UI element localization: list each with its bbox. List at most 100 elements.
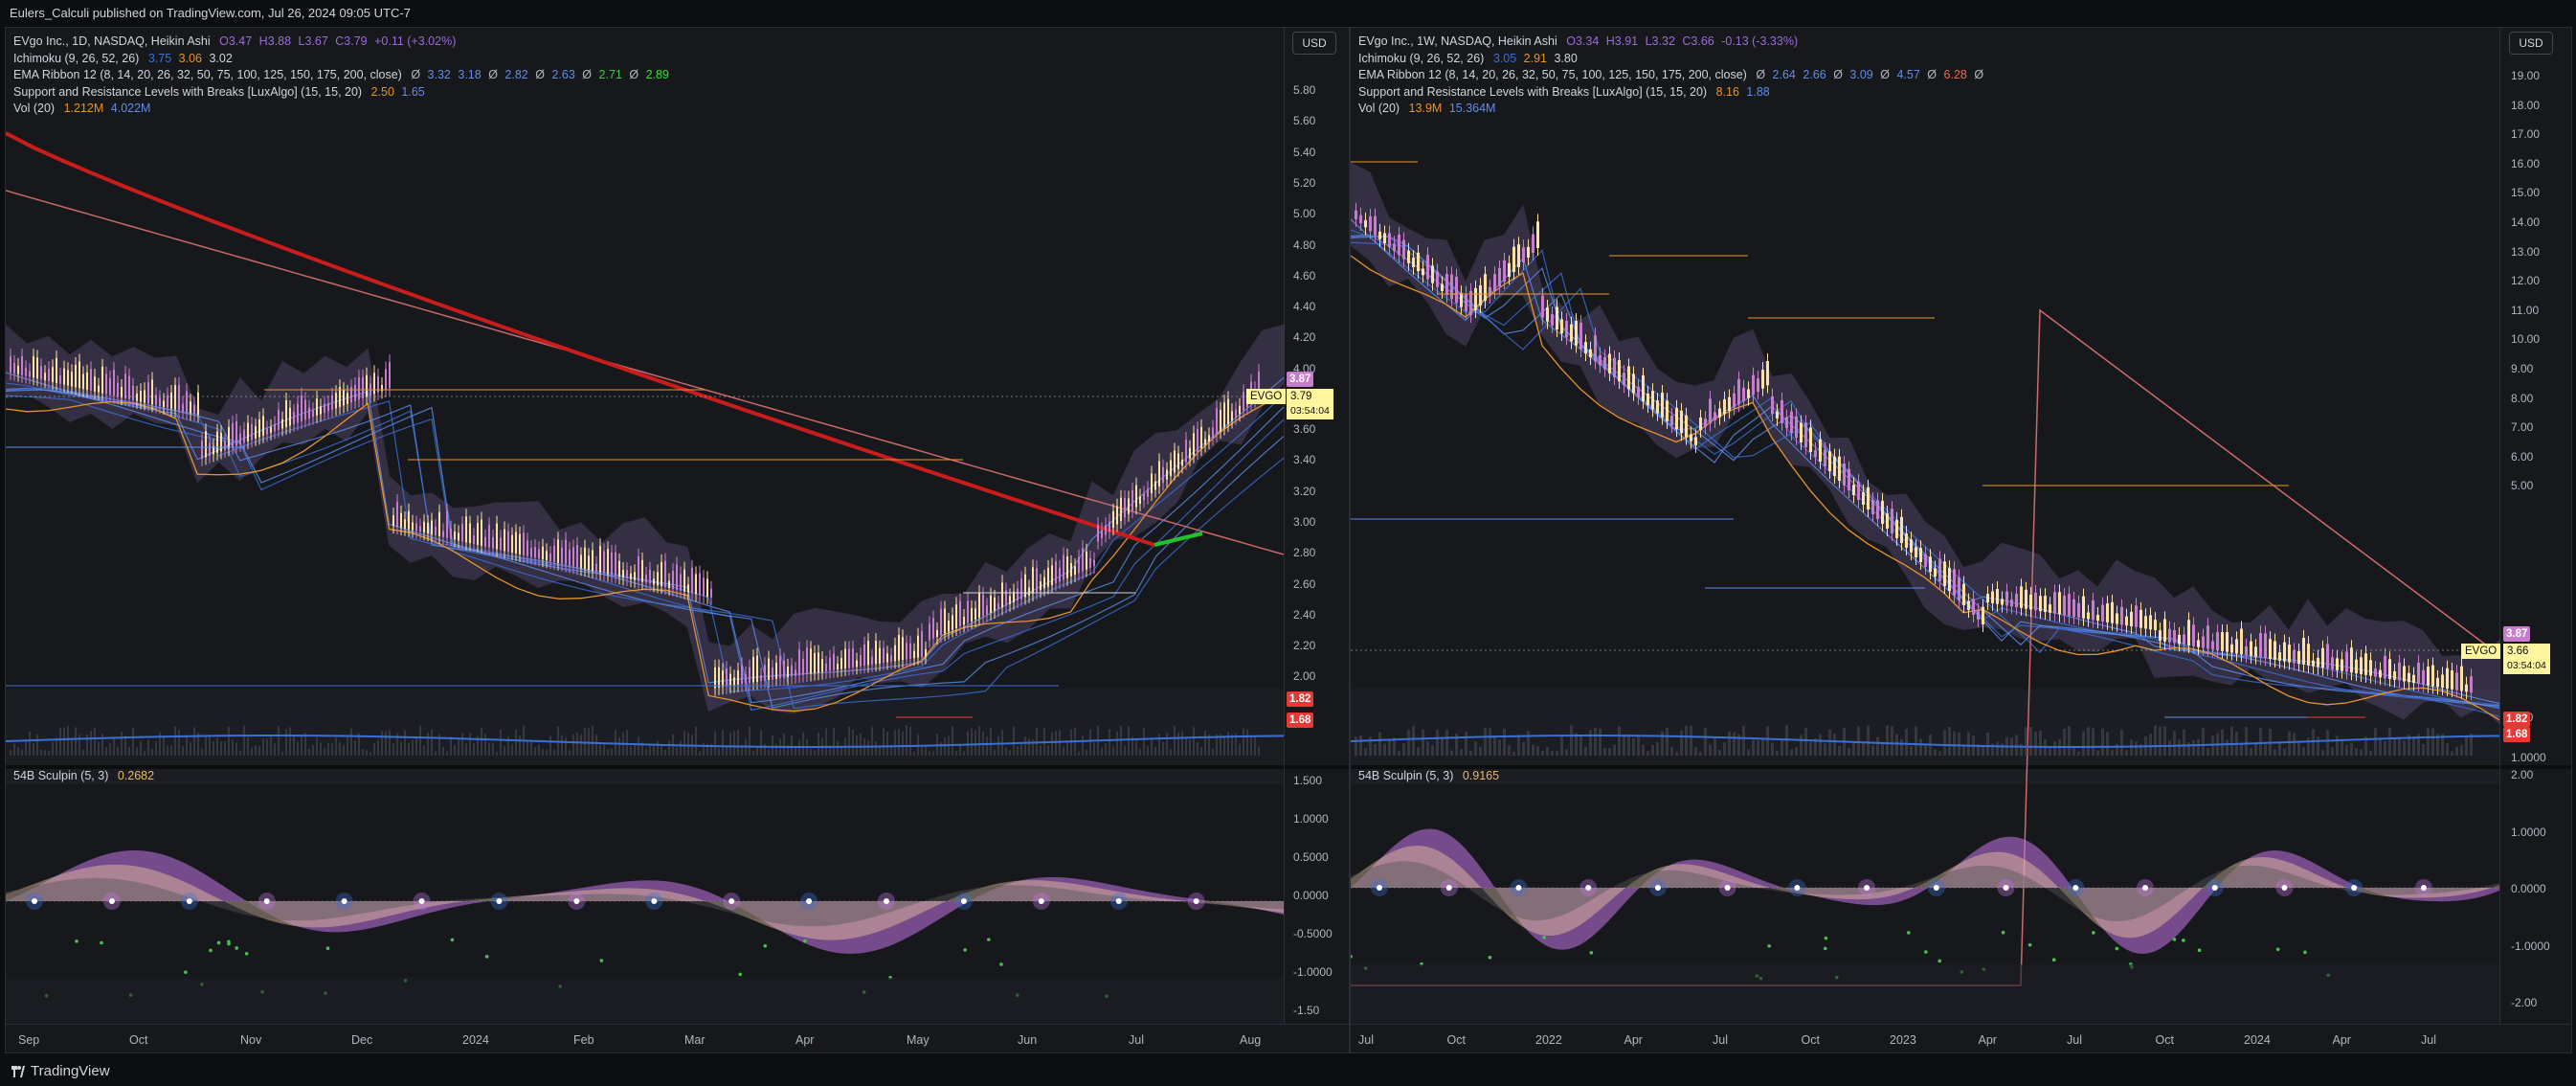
candle-body [595, 563, 597, 572]
candle-body [1074, 566, 1076, 576]
legend-ema-row[interactable]: EMA Ribbon 12 (8, 14, 20, 26, 32, 50, 75… [13, 67, 669, 84]
current-price: 3.79 [1290, 391, 1312, 402]
volume-bar [1378, 732, 1381, 756]
volume-bar [2096, 750, 2099, 756]
volume-bar [565, 737, 567, 756]
tradingview-logo-icon[interactable] [11, 1066, 25, 1077]
legend-vol-row[interactable]: Vol (20) 1.212M 4.022M [13, 101, 669, 118]
osc-legend[interactable]: 54B Sculpin (5, 3) 0.2682 [13, 769, 154, 782]
volume-bar [848, 726, 850, 756]
candle-body [997, 602, 999, 610]
volume-bar [404, 730, 406, 756]
candle-body [599, 546, 601, 573]
candle-body [1460, 293, 1463, 307]
ichimoku-label: Ichimoku (9, 26, 52, 26) [1358, 51, 1485, 65]
candle-body [1417, 252, 1420, 272]
candle-body [618, 560, 620, 577]
legend-ichimoku-row[interactable]: Ichimoku (9, 26, 52, 26) 3.75 3.06 3.02 [13, 51, 669, 68]
candle-body [25, 368, 27, 376]
volume-bar [1603, 748, 1606, 756]
volume-bar [2029, 726, 2032, 756]
legend-ichimoku-row[interactable]: Ichimoku (9, 26, 52, 26) 3.05 2.91 3.80 [1358, 51, 1983, 68]
candle-body [163, 400, 165, 408]
candle-body [1924, 554, 1927, 567]
volume-bar [10, 750, 11, 756]
volume-bar [389, 730, 391, 756]
volume-bar [335, 737, 337, 756]
symbol-title[interactable]: EVgo Inc., 1W, NASDAQ, Heikin Ashi [1358, 34, 1557, 48]
volume-bar [450, 736, 452, 756]
candle-body [1996, 589, 1999, 604]
candle-body [2049, 604, 2051, 613]
osc-buy-marker [244, 951, 249, 956]
volume-bar [760, 730, 762, 756]
candle-body [427, 522, 429, 534]
volume-bar [301, 735, 302, 756]
bar-timer: 03:54:04 [2507, 660, 2546, 671]
candle-body [316, 398, 318, 416]
candle-body [1204, 439, 1206, 445]
osc-buy-marker [2115, 946, 2119, 951]
volume-bar [1881, 742, 1884, 756]
volume-bar [2163, 726, 2166, 756]
candle-body [791, 665, 793, 677]
candle-body [538, 549, 540, 559]
candle-body [1967, 600, 1970, 610]
osc-buy-marker [450, 938, 455, 942]
candle-body [1776, 411, 1779, 419]
ohlc-change: -0.13 (-3.33%) [1721, 34, 1799, 48]
time-tick: 2022 [1535, 1033, 1562, 1047]
left-chart-pane[interactable]: EVgo Inc., 1D, NASDAQ, Heikin Ashi O3.47… [5, 27, 1350, 1053]
volume-bar [1915, 726, 1917, 756]
volume-bar [2451, 751, 2453, 756]
legend-sr-row[interactable]: Support and Resistance Levels with Break… [1358, 84, 1983, 102]
footer-brand[interactable]: TradingView [31, 1057, 110, 1086]
volume-bar [1579, 735, 1582, 756]
symbol-title[interactable]: EVgo Inc., 1D, NASDAQ, Heikin Ashi [13, 34, 211, 48]
empty-set-icon: Ø [1756, 68, 1766, 81]
candle-body [1962, 583, 1965, 605]
volume-bar [1089, 729, 1091, 756]
candle-body [67, 370, 69, 386]
legend-sr-row[interactable]: Support and Resistance Levels with Break… [13, 84, 669, 102]
candle-body [952, 615, 953, 630]
volume-bar [86, 734, 88, 756]
candle-body [461, 523, 463, 542]
price-tag-b: 1.82 [2503, 712, 2531, 727]
candle-body [2250, 641, 2252, 656]
candle-body [837, 664, 839, 670]
volume-bar [159, 732, 161, 756]
price-tick: 5.80 [1293, 83, 1316, 97]
osc-cross-dot [806, 898, 813, 904]
candle-body [607, 549, 609, 575]
legend-vol-row[interactable]: Vol (20) 13.9M 15.364M [1358, 101, 1983, 118]
candle-body [695, 574, 697, 595]
candle-body [1656, 400, 1659, 414]
candle-body [1017, 588, 1019, 601]
volume-bar [1938, 751, 1941, 756]
osc-buy-marker [1924, 950, 1928, 954]
currency-button[interactable]: USD [1292, 32, 1336, 55]
currency-button[interactable]: USD [2509, 32, 2553, 55]
right-chart-pane[interactable]: EVgo Inc., 1W, NASDAQ, Heikin Ashi O3.34… [1350, 27, 2572, 1053]
osc-buy-marker [1906, 931, 1911, 935]
volume-bar [316, 737, 318, 756]
candle-body [2096, 615, 2099, 622]
osc-legend[interactable]: 54B Sculpin (5, 3) 0.9165 [1358, 769, 1499, 782]
price-tick: 7.00 [2511, 420, 2534, 435]
volume-bar [963, 751, 965, 756]
candle-body [913, 650, 915, 659]
osc-lower-shade [1351, 964, 2499, 1024]
volume-bar [2206, 748, 2209, 756]
candle-body [1565, 321, 1568, 338]
volume-bar [1412, 725, 1415, 756]
candle-body [500, 537, 502, 551]
volume-bar [978, 726, 980, 756]
candle-body [1445, 273, 1448, 296]
volume-bar [2321, 750, 2324, 756]
volume-bar [595, 735, 597, 756]
candle-body [354, 384, 356, 401]
legend-ema-row[interactable]: EMA Ribbon 12 (8, 14, 20, 26, 32, 50, 75… [1358, 67, 1983, 84]
candle-body [1871, 500, 1874, 514]
candle-body [645, 574, 647, 583]
